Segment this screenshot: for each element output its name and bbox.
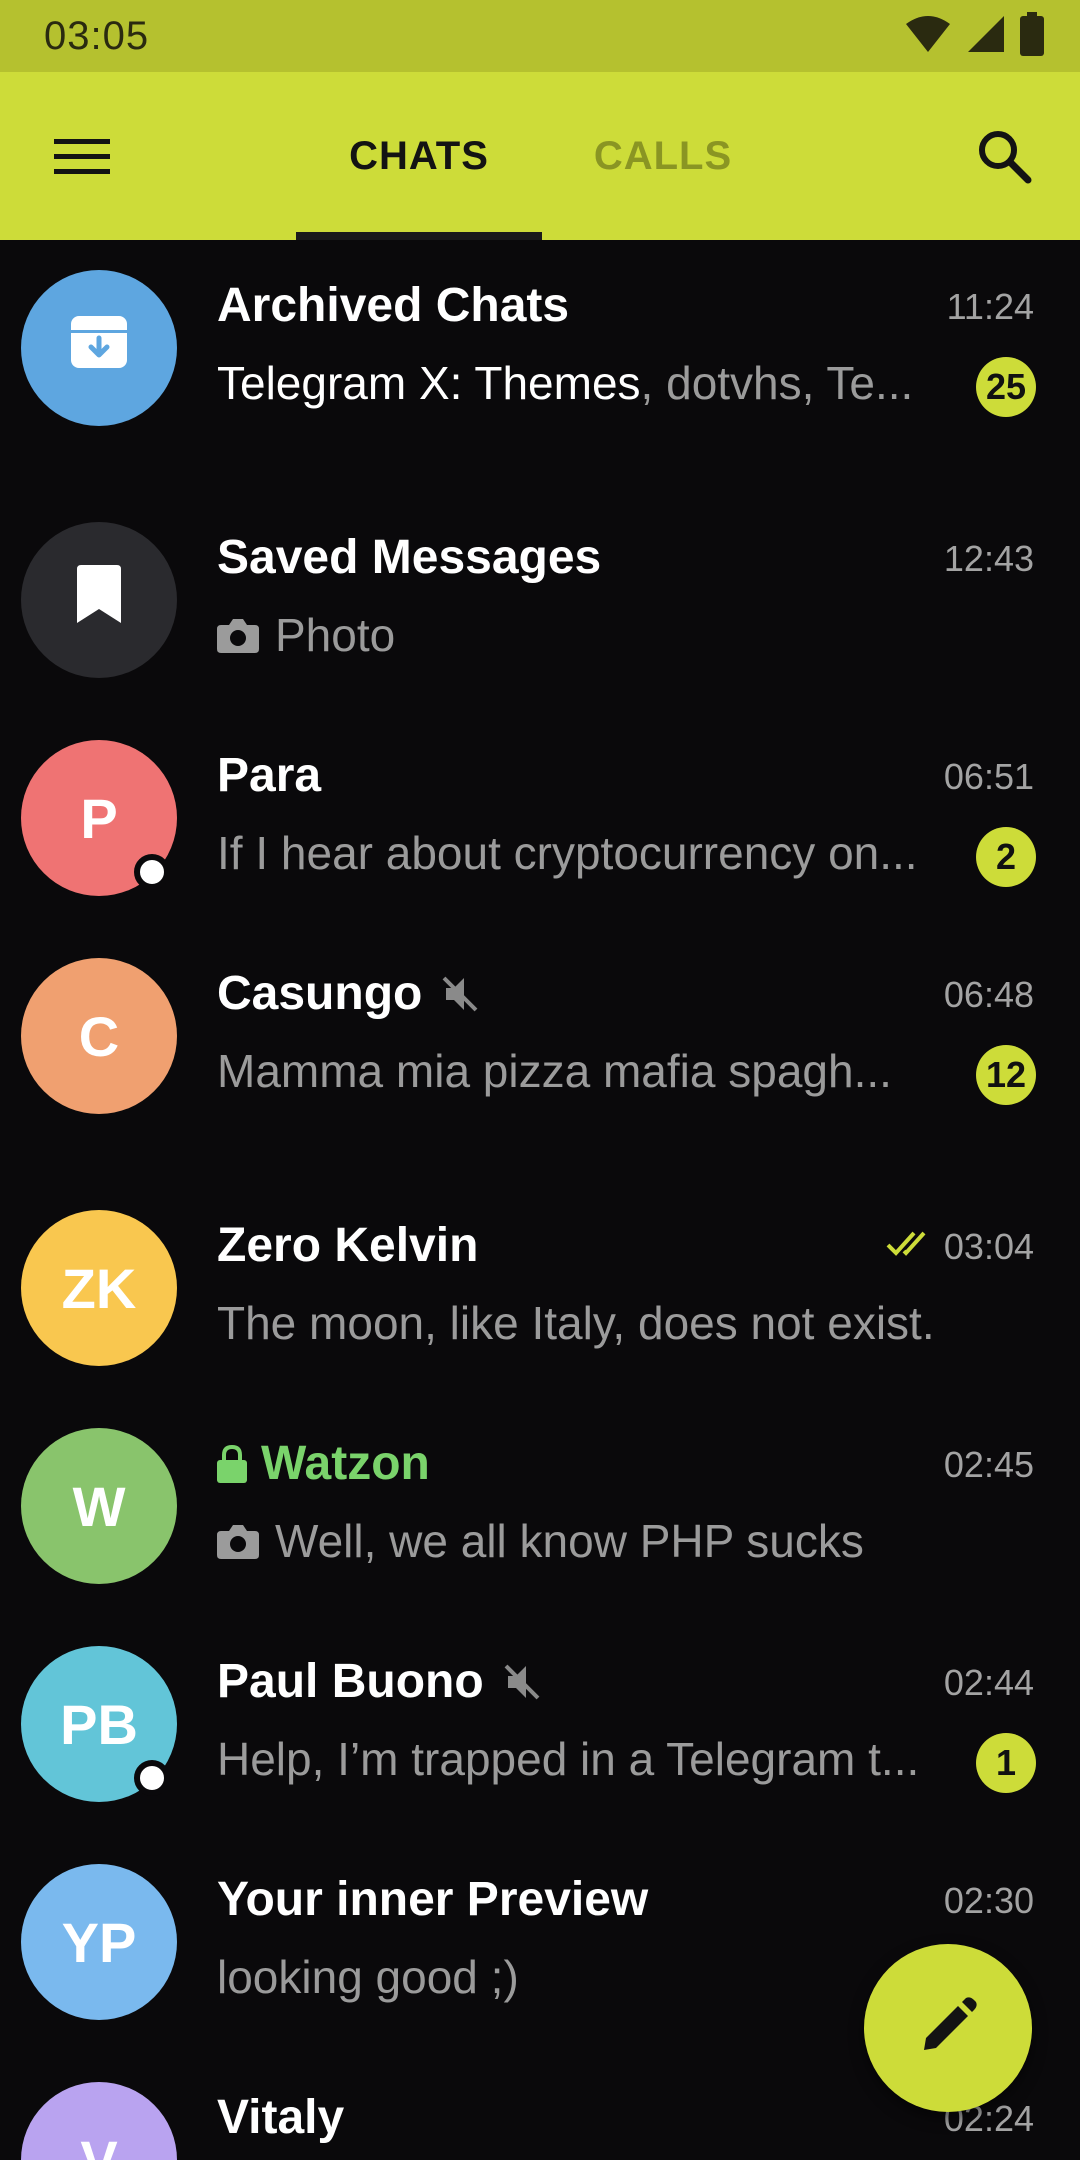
- chat-preview: Help, I’m trapped in a Telegram t...: [217, 1732, 947, 1786]
- status-bar: 03:05: [0, 0, 1080, 72]
- avatar: ZK: [21, 1210, 177, 1366]
- search-button[interactable]: [962, 116, 1046, 200]
- active-tab-indicator: [296, 232, 542, 240]
- tab-calls[interactable]: CALLS: [540, 72, 786, 240]
- status-icons: [904, 11, 1044, 61]
- chat-preview: Photo: [217, 608, 977, 662]
- preview-text: Well, we all know PHP sucks: [275, 1515, 864, 1567]
- double-check-icon: [886, 1226, 934, 1268]
- chat-preview: Mamma mia pizza mafia spagh...: [217, 1044, 947, 1098]
- chat-title-text: Paul Buono: [217, 1655, 484, 1708]
- chat-title-text: Casungo: [217, 967, 423, 1020]
- chat-title: Para: [217, 749, 322, 802]
- avatar: [21, 522, 177, 678]
- avatar: V: [21, 2082, 177, 2160]
- preview-text: Photo: [275, 609, 396, 661]
- preview-text: Help, I’m trapped in a Telegram t...: [217, 1733, 920, 1785]
- menu-icon: [54, 136, 110, 181]
- avatar: C: [21, 958, 177, 1114]
- chat-item-saved-messages[interactable]: Saved Messages 12:43 Photo: [0, 492, 1080, 702]
- chat-time: 02:30: [943, 1880, 1034, 1921]
- wifi-icon: [904, 14, 952, 59]
- status-time: 03:05: [44, 14, 150, 58]
- avatar: W: [21, 1428, 177, 1584]
- preview-sender: Telegram X: Themes: [217, 357, 641, 409]
- chat-preview: Well, we all know PHP sucks: [217, 1514, 1017, 1568]
- unread-badge: 25: [975, 357, 1036, 417]
- online-indicator: [134, 854, 170, 890]
- preview-text: If I hear about cryptocurrency on...: [217, 827, 918, 879]
- camera-icon: [217, 617, 259, 653]
- compose-button[interactable]: [864, 1944, 1032, 2112]
- chat-title: Your inner Preview: [217, 1873, 649, 1926]
- chat-preview: looking good ;): [217, 1950, 837, 2004]
- chat-time: 06:51: [943, 756, 1034, 797]
- lock-icon: [217, 1444, 247, 1483]
- chat-item-watzon[interactable]: W Watzon 02:45 Well, we all know PHP suc…: [0, 1398, 1080, 1608]
- chat-item-zero-kelvin[interactable]: ZK Zero Kelvin 03:04 The moon, like Ital…: [0, 1180, 1080, 1390]
- chat-time: 02:44: [943, 1662, 1034, 1703]
- menu-button[interactable]: [40, 116, 124, 200]
- unread-badge: 2: [976, 827, 1036, 887]
- signal-icon: [966, 14, 1006, 59]
- preview-text: The moon, like Italy, does not exist.: [217, 1297, 935, 1349]
- unread-badge: 12: [975, 1045, 1036, 1105]
- muted-icon: [502, 1662, 542, 1702]
- preview-text: Mamma mia pizza mafia spagh...: [217, 1045, 892, 1097]
- app-bar: CHATS CALLS: [0, 72, 1080, 240]
- chat-title: Zero Kelvin: [217, 1219, 479, 1272]
- chat-title: Casungo: [217, 966, 480, 1021]
- online-indicator: [134, 1760, 170, 1796]
- camera-icon: [217, 1523, 259, 1559]
- chat-preview: Telegram X: Themes, dotvhs, Te...: [217, 356, 937, 410]
- chat-item-casungo[interactable]: C Casungo 06:48 Mamma mia pizza mafia sp…: [0, 928, 1080, 1138]
- unread-badge: 1: [976, 1733, 1036, 1793]
- chat-time: 11:24: [946, 286, 1034, 327]
- chat-item-archived[interactable]: Archived Chats 11:24 Telegram X: Themes,…: [0, 240, 1080, 450]
- pencil-icon: [918, 1996, 978, 2061]
- chat-title: Watzon: [217, 1436, 430, 1491]
- avatar: [21, 270, 177, 426]
- bookmark-icon: [77, 564, 121, 636]
- chat-title: Paul Buono: [217, 1654, 542, 1709]
- chat-time: 06:48: [943, 974, 1034, 1015]
- tab-chats[interactable]: CHATS: [296, 72, 542, 240]
- battery-icon: [1020, 11, 1044, 61]
- muted-icon: [440, 974, 480, 1014]
- chat-time-text: 03:04: [943, 1226, 1034, 1267]
- search-icon: [976, 128, 1032, 189]
- chat-title: Archived Chats: [217, 279, 570, 332]
- archive-icon: [71, 315, 127, 381]
- preview-text: , dotvhs, Te...: [640, 357, 914, 409]
- chat-time: 02:45: [943, 1444, 1034, 1485]
- chat-time: 12:43: [943, 538, 1034, 579]
- chat-title: Saved Messages: [217, 531, 602, 584]
- chat-item-paul-buono[interactable]: PB Paul Buono 02:44 Help, I’m trapped in…: [0, 1616, 1080, 1826]
- chat-preview: The moon, like Italy, does not exist.: [217, 1296, 1037, 1350]
- chat-title-text: Watzon: [261, 1437, 430, 1490]
- chat-time: 03:04: [886, 1226, 1034, 1268]
- preview-text: looking good ;): [217, 1951, 519, 2003]
- chat-item-para[interactable]: P Para 06:51 If I hear about cryptocurre…: [0, 710, 1080, 920]
- chat-list-screen: 03:05 CHATS CALLS Archived Chats 11:24 T…: [0, 0, 1080, 2160]
- avatar: YP: [21, 1864, 177, 2020]
- chat-preview: If I hear about cryptocurrency on...: [217, 826, 947, 880]
- chat-title: Vitaly: [217, 2091, 345, 2144]
